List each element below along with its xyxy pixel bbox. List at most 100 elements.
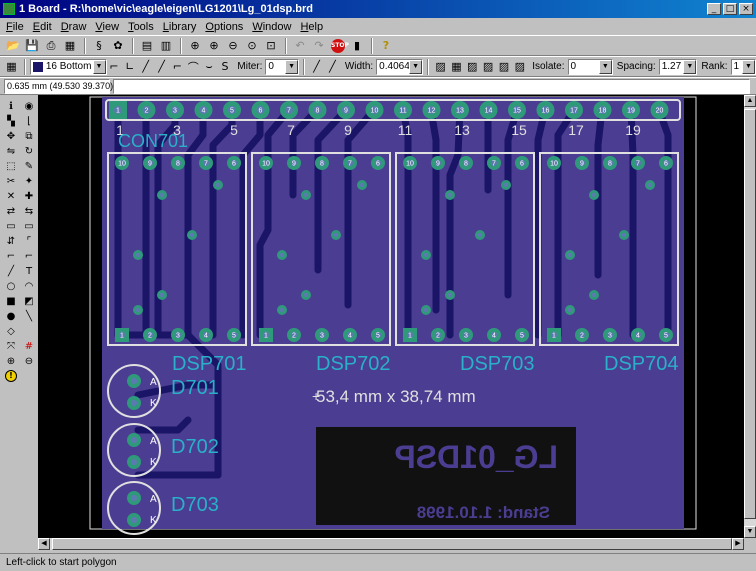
scroll-up-icon[interactable]: ▲ xyxy=(744,95,756,107)
hole-icon[interactable]: ◇ xyxy=(3,324,19,338)
scroll-right-icon[interactable]: ▶ xyxy=(732,538,744,550)
script-icon[interactable]: § xyxy=(90,37,108,54)
wire-bend-4-icon[interactable]: ⌐ xyxy=(170,58,185,75)
grid-icon[interactable]: ▦ xyxy=(4,58,19,75)
vertical-scroll-thumb[interactable] xyxy=(744,109,756,519)
redo-icon[interactable]: ↷ xyxy=(310,37,328,54)
wire-bend-0-icon[interactable]: ⌐ xyxy=(107,58,122,75)
mirror-icon[interactable]: ⇋ xyxy=(3,144,19,158)
menu-help[interactable]: Help xyxy=(300,21,323,33)
wire-style-straight-icon[interactable]: ╱ xyxy=(309,58,324,75)
wire-bend-6-icon[interactable]: ⌣ xyxy=(202,58,217,75)
menu-library[interactable]: Library xyxy=(163,21,197,33)
mark-icon[interactable]: ⌊ xyxy=(21,114,37,128)
wire-bend-3-icon[interactable]: ╱ xyxy=(154,58,169,75)
split-icon[interactable]: ⇄ xyxy=(3,204,19,218)
move-icon[interactable]: ✥ xyxy=(3,129,19,143)
errors-icon[interactable]: ! xyxy=(3,369,19,383)
wire-bend-2-icon[interactable]: ╱ xyxy=(138,58,153,75)
wire-style-curve-icon[interactable]: ╱ xyxy=(325,58,340,75)
erc-icon[interactable]: ⊕ xyxy=(3,354,19,368)
polygon-icon[interactable]: ◩ xyxy=(21,294,37,308)
ripup-icon[interactable]: ⌐ xyxy=(21,249,37,263)
undo-icon[interactable]: ↶ xyxy=(291,37,309,54)
thermals-off-icon[interactable]: ▨ xyxy=(512,58,527,75)
route-icon[interactable]: ⌐ xyxy=(3,249,19,263)
menu-window[interactable]: Window xyxy=(252,21,291,33)
spacing-select[interactable]: 1.27 ▼ xyxy=(658,58,698,75)
change-icon[interactable]: ✎ xyxy=(21,159,37,173)
menu-options[interactable]: Options xyxy=(205,21,243,33)
horizontal-scroll-thumb[interactable] xyxy=(52,538,732,550)
horizontal-scrollbar[interactable]: ◀ ▶ xyxy=(38,538,744,550)
scroll-down-icon[interactable]: ▼ xyxy=(744,526,756,538)
pour-solid-icon[interactable]: ▨ xyxy=(433,58,448,75)
vertical-scrollbar[interactable]: ▲ ▼ xyxy=(744,95,756,538)
menu-edit[interactable]: Edit xyxy=(33,21,52,33)
wire-bend-5-icon[interactable]: ⌒ xyxy=(186,58,201,75)
value-icon[interactable]: ▭ xyxy=(21,219,37,233)
name-icon[interactable]: ▭ xyxy=(3,219,19,233)
copy-icon[interactable]: ⧉ xyxy=(21,129,37,143)
via-icon[interactable]: ● xyxy=(3,309,19,323)
board-canvas[interactable]: 1 2 3 4 5 6 7 8 9 10 11 12 13 14 15 16 17 18 19 20 1 3 5 7 9 11 1… xyxy=(38,95,744,538)
layer-select[interactable]: 16 Bottom ▼ xyxy=(29,58,107,75)
auto-router-icon[interactable]: # xyxy=(21,339,37,353)
stop-icon[interactable]: STOP xyxy=(329,37,349,54)
miter-icon[interactable]: ⌜ xyxy=(21,234,37,248)
arc-icon[interactable]: ◠ xyxy=(21,279,37,293)
board-icon[interactable]: ▥ xyxy=(157,37,175,54)
zoom-fit-icon[interactable]: ⊕ xyxy=(186,37,204,54)
replace-icon[interactable]: ⇵ xyxy=(3,234,19,248)
print-icon[interactable]: ⎙ xyxy=(42,37,60,54)
redraw-icon[interactable]: ⊙ xyxy=(243,37,261,54)
thermals-on-icon[interactable]: ▨ xyxy=(497,58,512,75)
minimize-button[interactable]: _ xyxy=(707,3,721,15)
orphans-off-icon[interactable]: ▨ xyxy=(481,58,496,75)
close-button[interactable]: × xyxy=(739,3,753,15)
add-icon[interactable]: ✚ xyxy=(21,189,37,203)
show-icon[interactable]: ◉ xyxy=(21,99,37,113)
zoom-in-icon[interactable]: ⊕ xyxy=(205,37,223,54)
help-icon[interactable]: ? xyxy=(377,37,395,54)
go-icon[interactable]: ▮ xyxy=(348,37,366,54)
zoom-out-icon[interactable]: ⊖ xyxy=(224,37,242,54)
menu-view[interactable]: View xyxy=(95,21,119,33)
drc-icon[interactable]: ⊖ xyxy=(21,354,37,368)
width-select[interactable]: 0.4064 ▼ xyxy=(376,58,424,75)
menu-draw[interactable]: Draw xyxy=(61,21,87,33)
ulp-icon[interactable]: ✿ xyxy=(109,37,127,54)
paste-icon[interactable]: ✂ xyxy=(3,174,19,188)
ratsnest-icon[interactable]: ⤧ xyxy=(3,339,19,353)
wire-bend-7-icon[interactable]: S xyxy=(218,58,233,75)
miter-select[interactable]: 0 ▼ xyxy=(265,58,300,75)
text-icon[interactable]: T xyxy=(21,264,37,278)
zoom-select-icon[interactable]: ⊡ xyxy=(262,37,280,54)
optimize-icon[interactable]: ⇆ xyxy=(21,204,37,218)
menu-tools[interactable]: Tools xyxy=(128,21,154,33)
delete-icon[interactable]: ✕ xyxy=(3,189,19,203)
rect-icon[interactable]: ■ xyxy=(3,294,19,308)
circle-icon[interactable]: ○ xyxy=(3,279,19,293)
signal-icon[interactable]: ╲ xyxy=(21,309,37,323)
con701-pin-number: 5 xyxy=(230,108,234,115)
scroll-left-icon[interactable]: ◀ xyxy=(38,538,50,550)
maximize-button[interactable]: □ xyxy=(723,3,737,15)
rank-select[interactable]: 1 ▼ xyxy=(730,58,756,75)
menu-file[interactable]: File xyxy=(6,21,24,33)
cam-icon[interactable]: ▦ xyxy=(61,37,79,54)
wire-bend-1-icon[interactable]: ∟ xyxy=(122,58,137,75)
save-icon[interactable]: 💾 xyxy=(23,37,41,54)
open-icon[interactable]: 📂 xyxy=(4,37,22,54)
rotate-icon[interactable]: ↻ xyxy=(21,144,37,158)
schematic-icon[interactable]: ▤ xyxy=(138,37,156,54)
pour-hatch-icon[interactable]: ▦ xyxy=(449,58,464,75)
orphans-on-icon[interactable]: ▨ xyxy=(465,58,480,75)
group-icon[interactable]: ⬚ xyxy=(3,159,19,173)
info-icon[interactable]: ℹ xyxy=(3,99,19,113)
wire-icon[interactable]: ╱ xyxy=(3,264,19,278)
smash-icon[interactable]: ✦ xyxy=(21,174,37,188)
display-icon[interactable]: ▚ xyxy=(3,114,19,128)
command-line-input[interactable] xyxy=(113,78,750,94)
isolate-select[interactable]: 0 ▼ xyxy=(567,58,613,75)
